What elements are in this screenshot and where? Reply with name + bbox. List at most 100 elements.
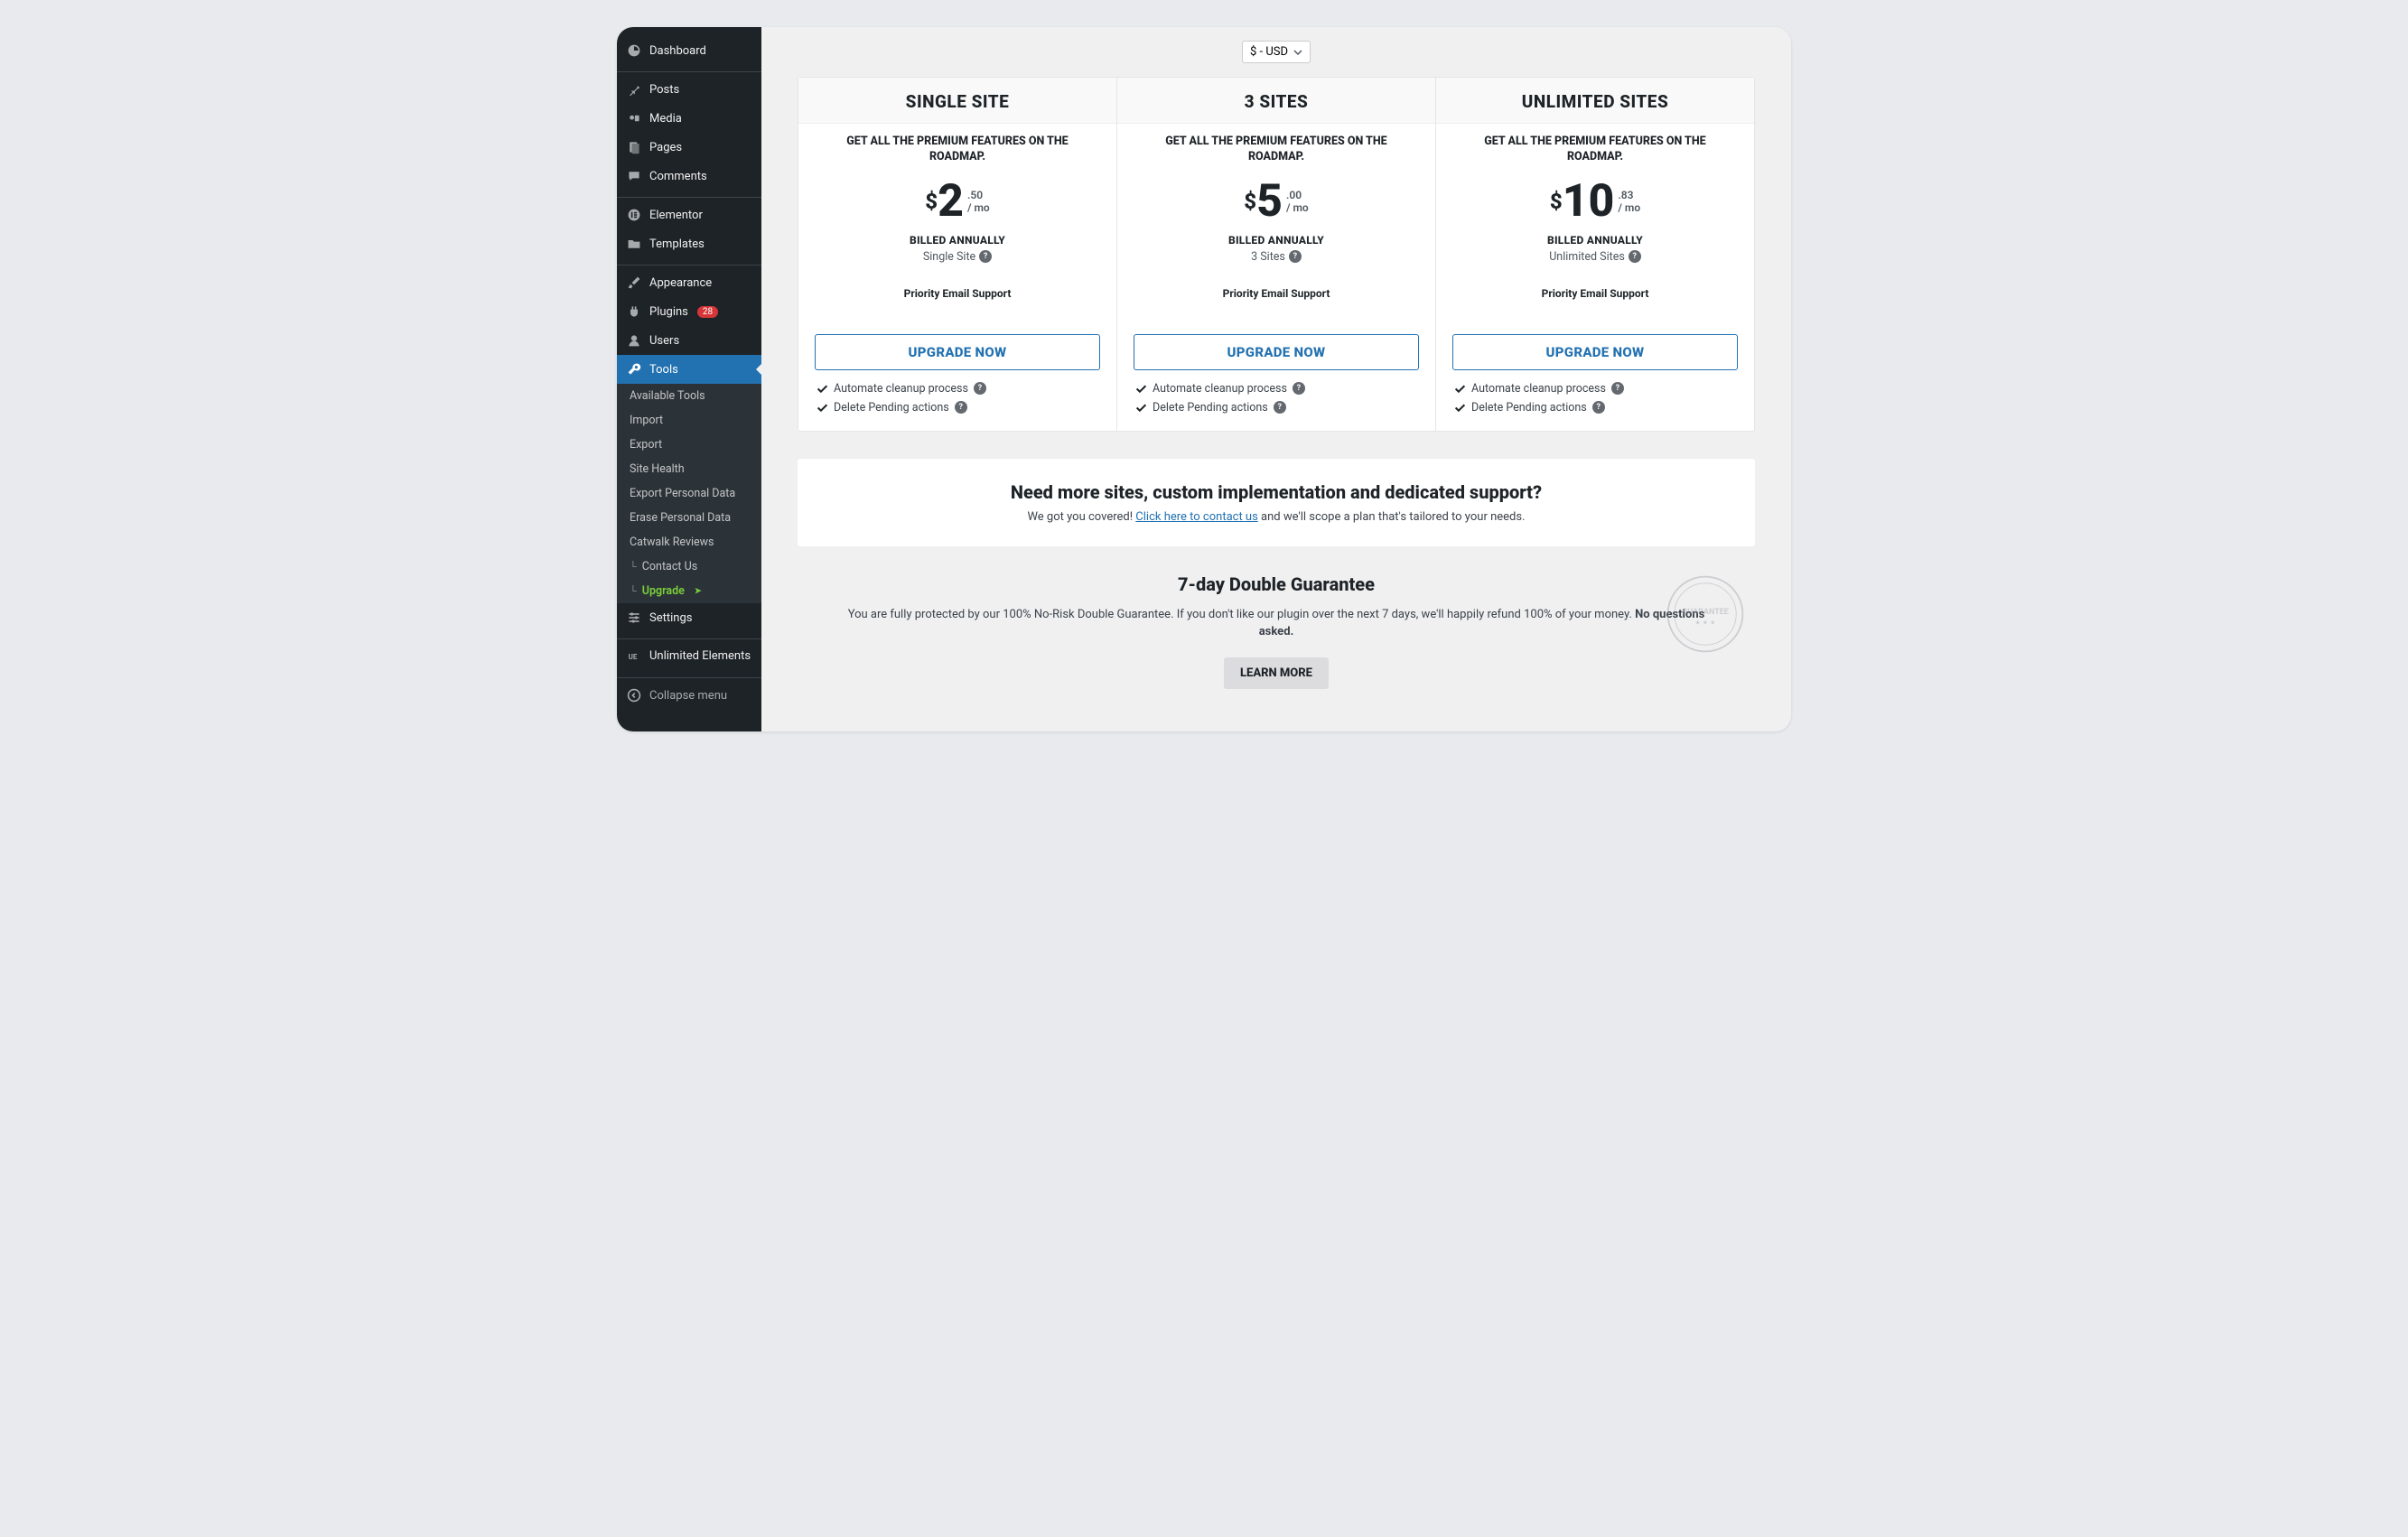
site-line: 3 Sites ? bbox=[1117, 250, 1435, 264]
check-icon bbox=[1454, 383, 1466, 395]
arrow-icon: ➤ bbox=[695, 587, 702, 596]
plan-title: 3 SITES bbox=[1117, 78, 1435, 124]
separator bbox=[617, 68, 761, 72]
contact-link[interactable]: Click here to contact us bbox=[1135, 510, 1258, 524]
separator bbox=[617, 635, 761, 639]
check-icon bbox=[1135, 383, 1147, 395]
currency-label: $ - USD bbox=[1250, 45, 1288, 59]
help-icon[interactable]: ? bbox=[1611, 382, 1624, 395]
plan-column: SINGLE SITE GET ALL THE PREMIUM FEATURES… bbox=[798, 78, 1117, 431]
plan-column: UNLIMITED SITES GET ALL THE PREMIUM FEAT… bbox=[1436, 78, 1754, 431]
sidebar-item-elementor[interactable]: Elementor bbox=[617, 200, 761, 229]
support-text: Priority Email Support bbox=[1117, 287, 1435, 300]
sidebar-item-tools[interactable]: Tools bbox=[617, 355, 761, 384]
label: Posts bbox=[649, 83, 679, 97]
price-per: / mo bbox=[967, 201, 990, 214]
sidebar-item-pages[interactable]: Pages bbox=[617, 133, 761, 162]
wrench-icon bbox=[626, 362, 642, 377]
feature-row: Automate cleanup process ? bbox=[817, 379, 1098, 398]
label: Settings bbox=[649, 611, 692, 625]
dashboard-icon bbox=[626, 43, 642, 58]
sidebar-item-media[interactable]: Media bbox=[617, 104, 761, 133]
sub-export-personal[interactable]: Export Personal Data bbox=[617, 481, 761, 506]
help-icon[interactable]: ? bbox=[955, 401, 967, 414]
sub-site-health[interactable]: Site Health bbox=[617, 457, 761, 481]
feature-row: Delete Pending actions ? bbox=[1135, 398, 1417, 417]
sub-export[interactable]: Export bbox=[617, 433, 761, 457]
sidebar-item-users[interactable]: Users bbox=[617, 326, 761, 355]
tree-icon: └ bbox=[630, 585, 637, 597]
contact-box: Need more sites, custom implementation a… bbox=[798, 459, 1755, 546]
price-row: $ 2 .50 / mo bbox=[798, 174, 1116, 231]
sidebar-item-posts[interactable]: Posts bbox=[617, 75, 761, 104]
sidebar-item-dashboard[interactable]: Dashboard bbox=[617, 36, 761, 65]
plan-title: UNLIMITED SITES bbox=[1436, 78, 1754, 124]
plan-column: 3 SITES GET ALL THE PREMIUM FEATURES ON … bbox=[1117, 78, 1436, 431]
support-text: Priority Email Support bbox=[798, 287, 1116, 300]
price-main: 2 bbox=[938, 179, 964, 224]
feature-row: Delete Pending actions ? bbox=[817, 398, 1098, 417]
separator bbox=[617, 261, 761, 265]
sub-contact[interactable]: └Contact Us bbox=[617, 554, 761, 579]
help-icon[interactable]: ? bbox=[974, 382, 986, 395]
guarantee-box: GUARANTEE ★ ★ ★ 7-day Double Guarantee Y… bbox=[798, 573, 1755, 689]
label: Pages bbox=[649, 141, 682, 154]
sub-import[interactable]: Import bbox=[617, 408, 761, 433]
sidebar-item-unlimited[interactable]: UE Unlimited Elements bbox=[617, 642, 761, 671]
currency-row: $ - USD bbox=[798, 41, 1755, 63]
sidebar-item-settings[interactable]: Settings bbox=[617, 603, 761, 632]
plan-features: Automate cleanup process ? Delete Pendin… bbox=[1117, 370, 1435, 417]
help-icon[interactable]: ? bbox=[1274, 401, 1286, 414]
help-icon[interactable]: ? bbox=[1293, 382, 1305, 395]
sidebar-item-plugins[interactable]: Plugins 28 bbox=[617, 297, 761, 326]
check-icon bbox=[817, 383, 828, 395]
site-line: Single Site ? bbox=[798, 250, 1116, 264]
folder-icon bbox=[626, 237, 642, 251]
app-window: Dashboard Posts Media Pages Comments Ele… bbox=[617, 27, 1791, 731]
elementor-icon bbox=[626, 208, 642, 222]
learn-more-button[interactable]: LEARN MORE bbox=[1224, 657, 1329, 689]
comment-icon bbox=[626, 169, 642, 183]
currency-select[interactable]: $ - USD bbox=[1242, 41, 1311, 63]
price-row: $ 5 .00 / mo bbox=[1117, 174, 1435, 231]
sub-catwalk[interactable]: Catwalk Reviews bbox=[617, 530, 761, 554]
sub-available-tools[interactable]: Available Tools bbox=[617, 384, 761, 408]
sub-erase-personal[interactable]: Erase Personal Data bbox=[617, 506, 761, 530]
currency-symbol: $ bbox=[1550, 189, 1563, 214]
help-icon[interactable]: ? bbox=[979, 250, 992, 263]
sidebar-item-comments[interactable]: Comments bbox=[617, 162, 761, 191]
check-icon bbox=[1135, 402, 1147, 414]
admin-sidebar: Dashboard Posts Media Pages Comments Ele… bbox=[617, 27, 761, 731]
feature-row: Automate cleanup process ? bbox=[1454, 379, 1736, 398]
guarantee-stamp-icon: GUARANTEE ★ ★ ★ bbox=[1665, 573, 1746, 655]
upgrade-button[interactable]: UPGRADE NOW bbox=[815, 334, 1100, 370]
label: Tools bbox=[649, 363, 678, 377]
price-decimal: .00 bbox=[1286, 189, 1302, 201]
plan-tagline: GET ALL THE PREMIUM FEATURES ON THE ROAD… bbox=[1117, 124, 1435, 174]
label: Plugins bbox=[649, 305, 688, 319]
svg-text:GUARANTEE: GUARANTEE bbox=[1682, 608, 1729, 617]
sub-upgrade[interactable]: └Upgrade ➤ bbox=[617, 579, 761, 603]
sidebar-item-templates[interactable]: Templates bbox=[617, 229, 761, 258]
check-icon bbox=[1454, 402, 1466, 414]
plan-features: Automate cleanup process ? Delete Pendin… bbox=[1436, 370, 1754, 417]
help-icon[interactable]: ? bbox=[1289, 250, 1302, 263]
feature-row: Delete Pending actions ? bbox=[1454, 398, 1736, 417]
sidebar-item-appearance[interactable]: Appearance bbox=[617, 268, 761, 297]
label: Collapse menu bbox=[649, 689, 727, 703]
help-icon[interactable]: ? bbox=[1629, 250, 1641, 263]
price-meta: .00 / mo bbox=[1286, 189, 1309, 214]
upgrade-button[interactable]: UPGRADE NOW bbox=[1452, 334, 1738, 370]
label: Appearance bbox=[649, 276, 712, 290]
contact-title: Need more sites, custom implementation a… bbox=[816, 481, 1737, 503]
price-per: / mo bbox=[1618, 201, 1640, 214]
help-icon[interactable]: ? bbox=[1592, 401, 1605, 414]
upgrade-button[interactable]: UPGRADE NOW bbox=[1134, 334, 1419, 370]
sidebar-collapse[interactable]: Collapse menu bbox=[617, 681, 761, 710]
svg-text:★ ★ ★: ★ ★ ★ bbox=[1695, 618, 1716, 626]
contact-text: We got you covered! Click here to contac… bbox=[816, 510, 1737, 524]
separator bbox=[617, 674, 761, 678]
billed-text: BILLED ANNUALLY bbox=[798, 234, 1116, 247]
plugins-badge: 28 bbox=[697, 306, 718, 318]
price-main: 5 bbox=[1256, 179, 1283, 224]
